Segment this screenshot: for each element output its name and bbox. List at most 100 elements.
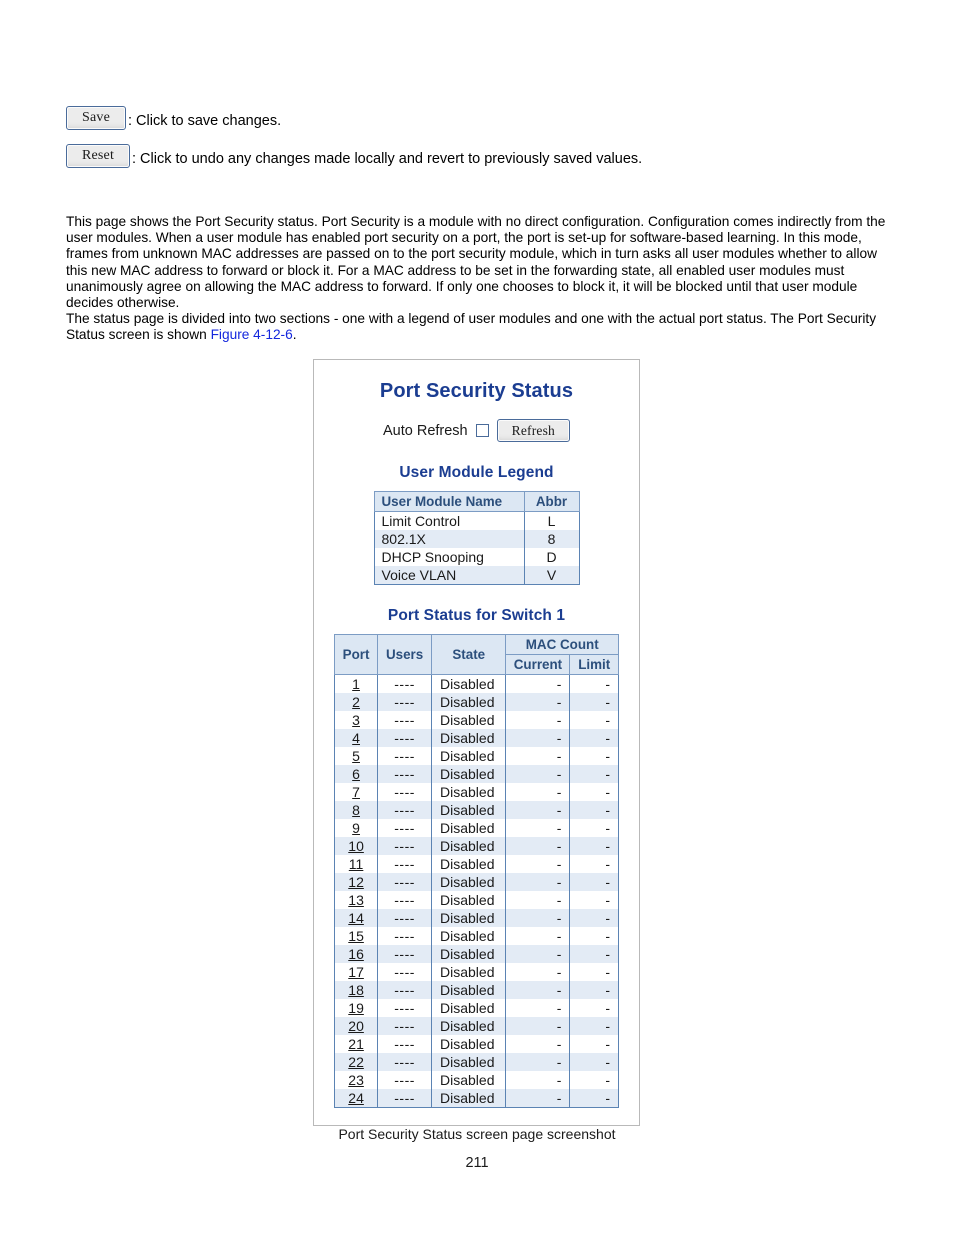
port-link[interactable]: 16	[348, 946, 364, 962]
port-cell-users: ----	[377, 674, 433, 693]
port-link[interactable]: 9	[352, 820, 360, 836]
port-link[interactable]: 7	[352, 784, 360, 800]
port-cell-state: Disabled	[431, 1017, 507, 1035]
port-cell-number: 8	[333, 801, 379, 819]
port-cell-number: 2	[333, 693, 379, 711]
paragraph-text-before-link: The status page is divided into two sect…	[66, 311, 877, 343]
port-cell-number: 7	[333, 783, 379, 801]
auto-refresh-checkbox[interactable]	[475, 424, 489, 437]
table-row: 16 ---- Disabled - -	[333, 945, 619, 963]
port-cell-mac-current: -	[505, 729, 571, 747]
legend-header-user-module-name: User Module Name	[373, 491, 525, 512]
legend-cell-abbr: 8	[523, 530, 580, 548]
page-number: 211	[465, 1155, 489, 1171]
port-link[interactable]: 1	[352, 676, 360, 692]
port-cell-users: ----	[377, 1053, 433, 1071]
table-row: 4 ---- Disabled - -	[333, 729, 619, 747]
port-link[interactable]: 19	[348, 1000, 364, 1016]
port-cell-state: Disabled	[431, 1035, 507, 1053]
port-header-state: State	[431, 634, 507, 675]
port-cell-state: Disabled	[431, 819, 507, 837]
port-cell-mac-limit: -	[569, 1035, 619, 1053]
port-link[interactable]: 8	[352, 802, 360, 818]
port-link[interactable]: 14	[348, 910, 364, 926]
port-cell-mac-limit: -	[569, 819, 619, 837]
table-row: 1 ---- Disabled - -	[333, 674, 619, 693]
port-cell-users: ----	[377, 1089, 433, 1108]
port-link[interactable]: 5	[352, 748, 360, 764]
legend-row: Voice VLAN V	[373, 566, 580, 585]
port-link[interactable]: 21	[348, 1036, 364, 1052]
port-cell-state: Disabled	[431, 873, 507, 891]
table-row: 22 ---- Disabled - -	[333, 1053, 619, 1071]
port-link[interactable]: 24	[348, 1090, 364, 1106]
port-cell-users: ----	[377, 981, 433, 999]
port-cell-mac-current: -	[505, 873, 571, 891]
table-row: 15 ---- Disabled - -	[333, 927, 619, 945]
description-text: This page shows the Port Security status…	[66, 214, 890, 344]
legend-cell-abbr: L	[523, 511, 580, 530]
port-link[interactable]: 10	[348, 838, 364, 854]
reset-button-description: : Click to undo any changes made locally…	[132, 150, 643, 167]
save-button[interactable]: Save	[66, 106, 126, 130]
figure-reference-link[interactable]: Figure 4-12-6	[211, 327, 293, 342]
legend-body: Limit Control L 802.1X 8 DHCP Snooping D Voice…	[373, 511, 580, 585]
port-cell-users: ----	[377, 837, 433, 855]
port-cell-number: 5	[333, 747, 379, 765]
legend-cell-module-name: DHCP Snooping	[373, 548, 525, 566]
port-cell-mac-current: -	[505, 945, 571, 963]
port-link[interactable]: 20	[348, 1018, 364, 1034]
reset-button[interactable]: Reset	[66, 144, 130, 168]
port-cell-state: Disabled	[431, 963, 507, 981]
port-link[interactable]: 11	[349, 856, 364, 872]
reset-button-row: Reset : Click to undo any changes made l…	[66, 144, 642, 168]
port-header-current: Current	[505, 654, 571, 675]
legend-row: Limit Control L	[373, 511, 580, 530]
port-cell-state: Disabled	[431, 747, 507, 765]
port-cell-users: ----	[377, 693, 433, 711]
port-status-table-wrapper: Port Users State MAC Count Current Limit…	[314, 634, 639, 1108]
port-link[interactable]: 3	[352, 712, 360, 728]
port-link[interactable]: 23	[348, 1072, 364, 1088]
port-cell-mac-limit: -	[569, 765, 619, 783]
port-header-users: Users	[377, 634, 433, 675]
port-link[interactable]: 13	[348, 892, 364, 908]
user-module-legend-heading: User Module Legend	[399, 464, 554, 481]
port-cell-state: Disabled	[431, 674, 507, 693]
refresh-controls: Auto Refresh Refresh	[314, 419, 639, 442]
port-cell-mac-current: -	[505, 855, 571, 873]
port-link[interactable]: 4	[352, 730, 360, 746]
table-row: 23 ---- Disabled - -	[333, 1071, 619, 1089]
port-cell-number: 19	[333, 999, 379, 1017]
paragraph-text-after-link: .	[292, 327, 297, 343]
port-cell-mac-limit: -	[569, 981, 619, 999]
port-cell-number: 24	[333, 1089, 379, 1108]
port-cell-number: 20	[333, 1017, 379, 1035]
refresh-button[interactable]: Refresh	[496, 419, 571, 442]
port-link[interactable]: 12	[348, 874, 364, 890]
port-cell-users: ----	[377, 711, 433, 729]
port-cell-state: Disabled	[431, 801, 507, 819]
paragraph-port-security-overview: This page shows the Port Security status…	[66, 214, 886, 311]
port-cell-state: Disabled	[431, 909, 507, 927]
legend-cell-module-name: 802.1X	[373, 530, 525, 548]
port-cell-state: Disabled	[431, 927, 507, 945]
table-row: 12 ---- Disabled - -	[333, 873, 619, 891]
port-link[interactable]: 17	[348, 964, 364, 980]
port-link[interactable]: 6	[352, 766, 360, 782]
table-row: 8 ---- Disabled - -	[333, 801, 619, 819]
port-cell-users: ----	[377, 891, 433, 909]
port-link[interactable]: 18	[348, 982, 364, 998]
table-row: 13 ---- Disabled - -	[333, 891, 619, 909]
port-link[interactable]: 15	[348, 928, 364, 944]
port-cell-users: ----	[377, 765, 433, 783]
port-cell-mac-current: -	[505, 1017, 571, 1035]
port-link[interactable]: 22	[348, 1054, 364, 1070]
port-cell-state: Disabled	[431, 729, 507, 747]
port-cell-users: ----	[377, 927, 433, 945]
port-status-table: Port Users State MAC Count Current Limit…	[333, 634, 619, 1108]
port-link[interactable]: 2	[352, 694, 360, 710]
legend-header-abbr: Abbr	[523, 491, 580, 512]
port-cell-mac-current: -	[505, 765, 571, 783]
port-cell-number: 14	[333, 909, 379, 927]
